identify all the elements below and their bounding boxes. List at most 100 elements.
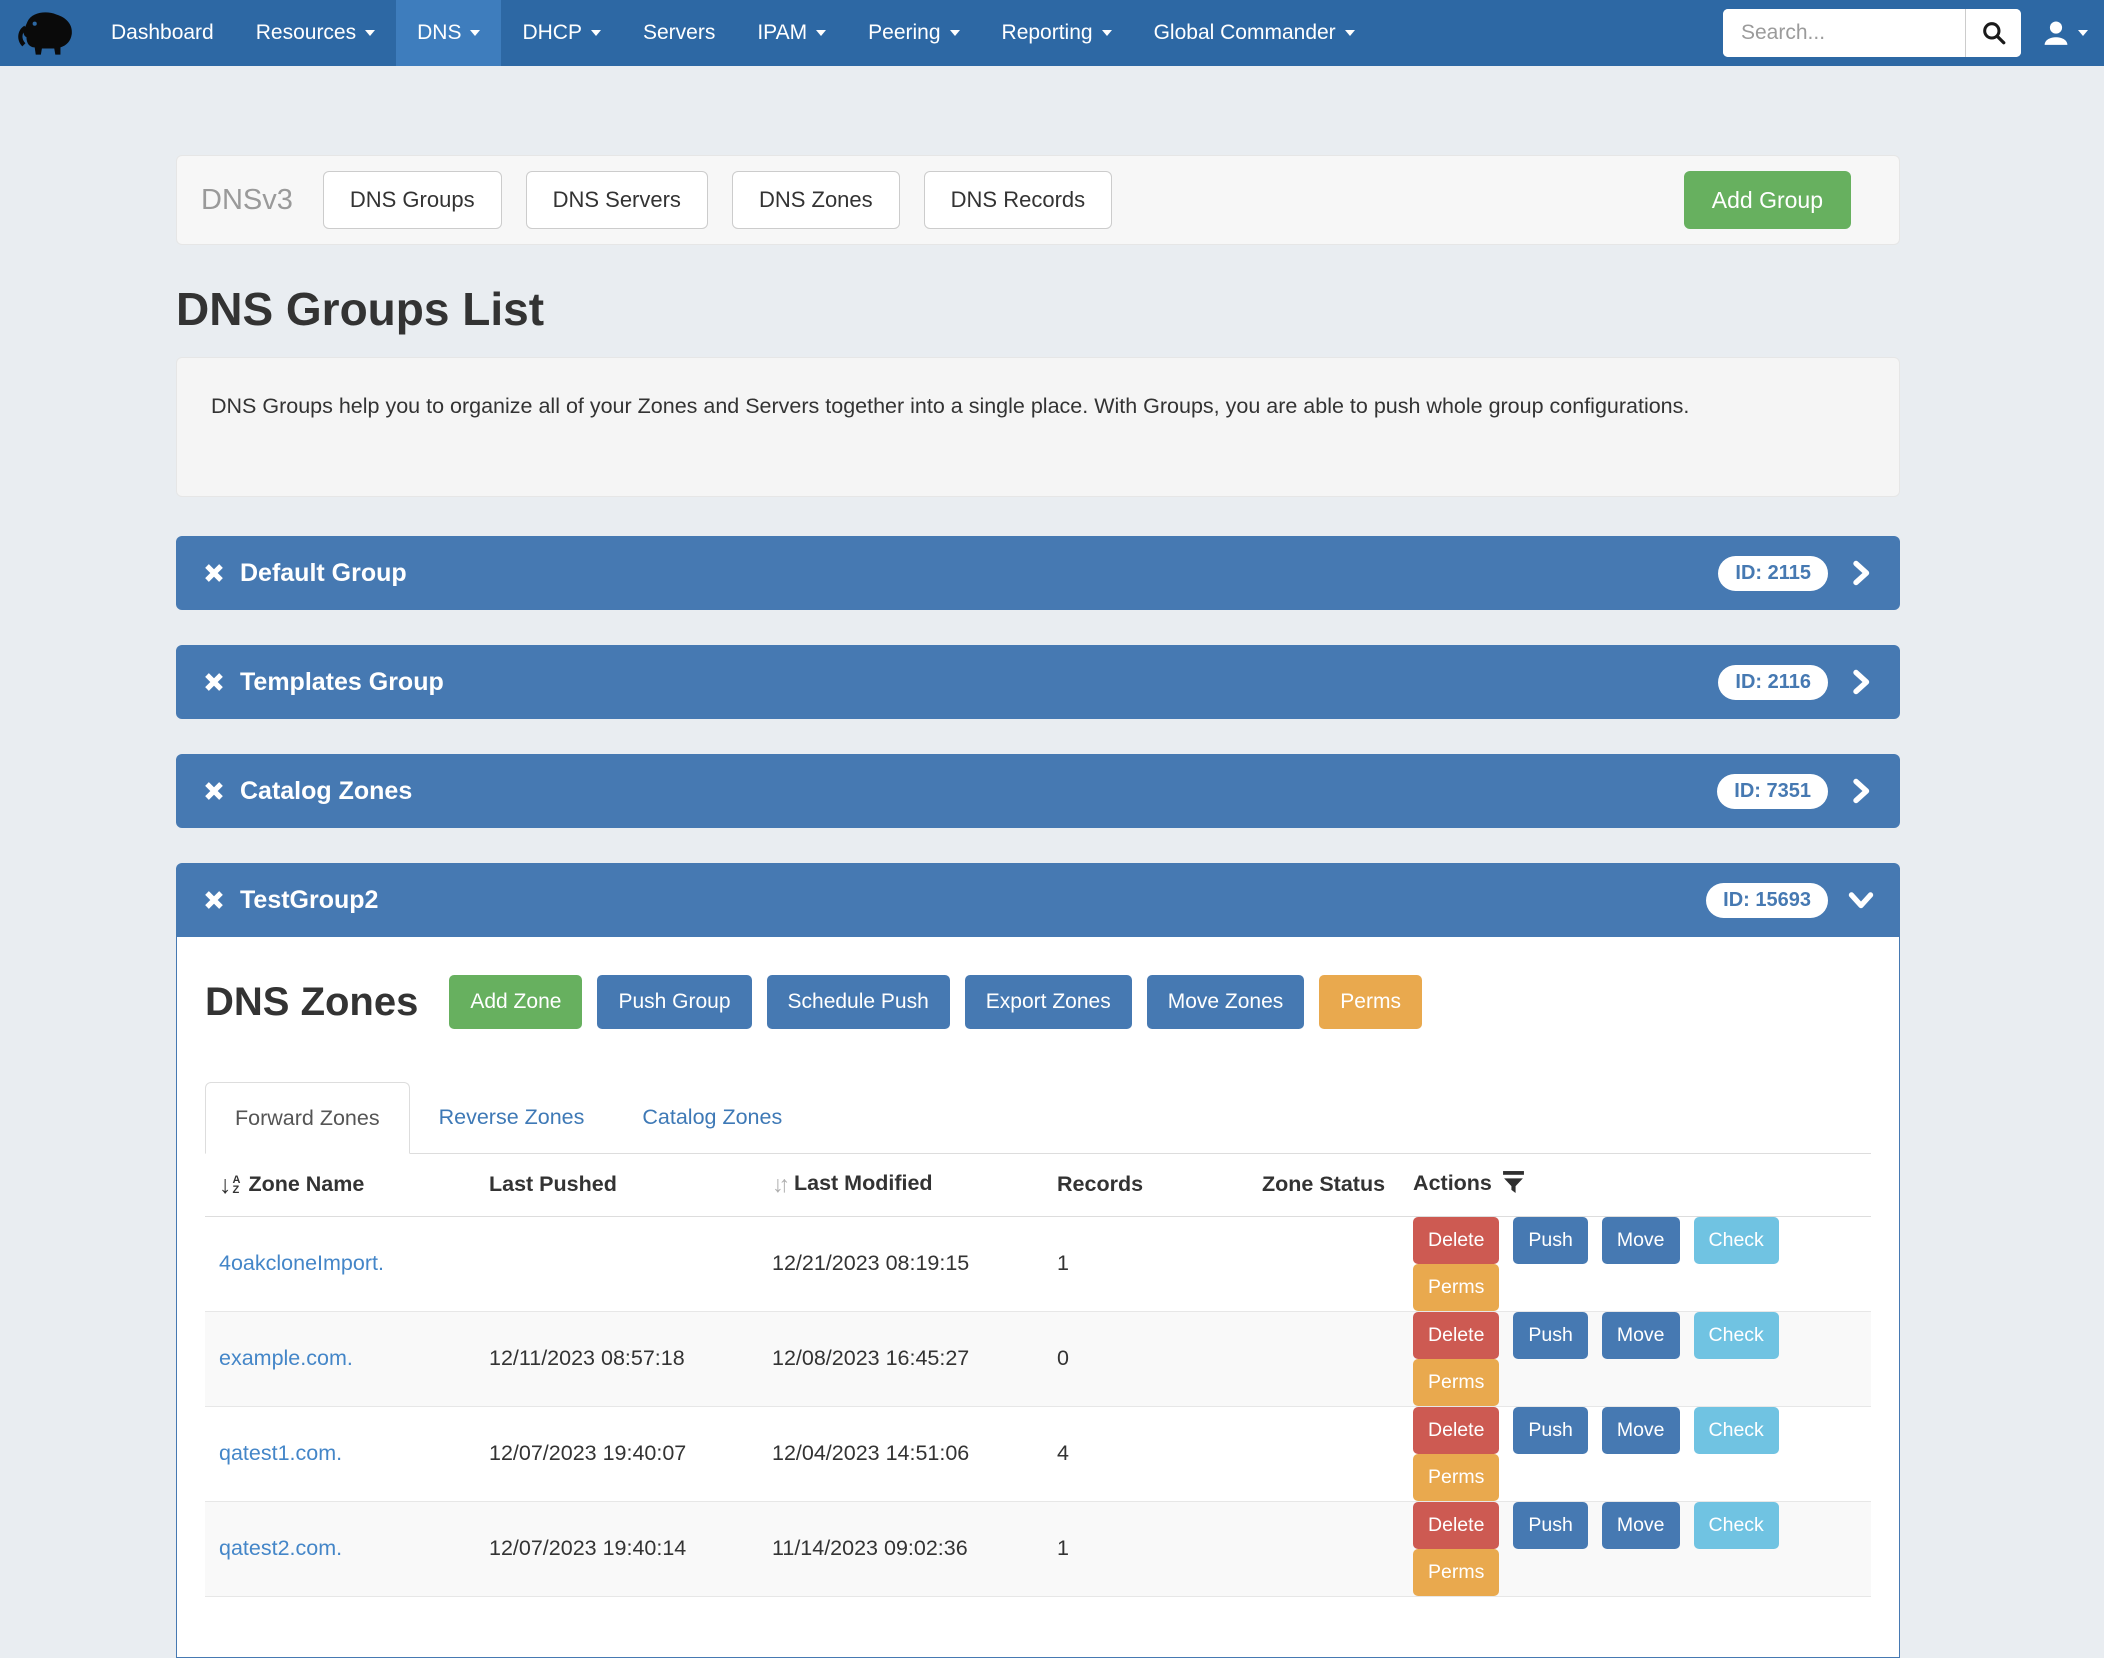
caret-down-icon <box>470 30 480 36</box>
delete-button[interactable]: Delete <box>1413 1407 1499 1454</box>
zone-name-link[interactable]: qatest1.com. <box>219 1441 342 1465</box>
user-icon <box>2043 20 2069 46</box>
group-bar-catalog-zones[interactable]: Catalog Zones ID: 7351 <box>176 754 1900 828</box>
add-zone-button[interactable]: Add Zone <box>449 975 582 1029</box>
search-group <box>1723 9 2021 57</box>
move-button[interactable]: Move <box>1602 1407 1680 1454</box>
chevron-down-icon[interactable] <box>1848 887 1874 913</box>
remove-group-icon[interactable] <box>202 779 226 803</box>
move-button[interactable]: Move <box>1602 1312 1680 1359</box>
column-header-last-modified[interactable]: ↓↑Last Modified <box>758 1154 1043 1216</box>
perms-button[interactable]: Perms <box>1413 1549 1499 1596</box>
dns-groups-button[interactable]: DNS Groups <box>323 171 502 229</box>
search-input[interactable] <box>1723 9 1965 57</box>
tab-catalog-zones[interactable]: Catalog Zones <box>613 1081 811 1153</box>
delete-button[interactable]: Delete <box>1413 1502 1499 1549</box>
last-modified-cell: 12/21/2023 08:19:15 <box>758 1216 1043 1311</box>
dns-records-button[interactable]: DNS Records <box>924 171 1112 229</box>
check-button[interactable]: Check <box>1694 1502 1779 1549</box>
delete-button[interactable]: Delete <box>1413 1312 1499 1359</box>
zone-name-link[interactable]: 4oakcloneImport. <box>219 1251 384 1275</box>
caret-down-icon <box>365 30 375 36</box>
perms-button[interactable]: Perms <box>1413 1264 1499 1311</box>
table-row: example.com. 12/11/2023 08:57:18 12/08/2… <box>205 1311 1871 1406</box>
dns-zones-button[interactable]: DNS Zones <box>732 171 900 229</box>
records-cell: 1 <box>1043 1501 1248 1596</box>
user-menu[interactable] <box>2043 20 2088 46</box>
push-button[interactable]: Push <box>1513 1502 1587 1549</box>
zones-table: ↓AZZone Name Last Pushed ↓↑Last Modified… <box>205 1154 1871 1597</box>
chevron-right-icon[interactable] <box>1848 778 1874 804</box>
caret-down-icon <box>950 30 960 36</box>
perms-button[interactable]: Perms <box>1413 1359 1499 1406</box>
tab-reverse-zones[interactable]: Reverse Zones <box>410 1081 614 1153</box>
remove-group-icon[interactable] <box>202 888 226 912</box>
zone-status-cell <box>1248 1216 1399 1311</box>
sort-alpha-asc-icon: ↓AZ <box>219 1173 240 1198</box>
group-id-badge: ID: 2116 <box>1718 665 1828 700</box>
check-button[interactable]: Check <box>1694 1312 1779 1359</box>
nav-item-dhcp[interactable]: DHCP <box>501 0 622 66</box>
move-button[interactable]: Move <box>1602 1217 1680 1264</box>
move-button[interactable]: Move <box>1602 1502 1680 1549</box>
main-menu: Dashboard Resources DNS DHCP Servers IPA… <box>90 0 1376 66</box>
zone-name-link[interactable]: example.com. <box>219 1346 353 1370</box>
schedule-push-button[interactable]: Schedule Push <box>767 975 950 1029</box>
nav-item-dns[interactable]: DNS <box>396 0 501 66</box>
chevron-right-icon[interactable] <box>1848 669 1874 695</box>
table-header-row: ↓AZZone Name Last Pushed ↓↑Last Modified… <box>205 1154 1871 1216</box>
move-zones-button[interactable]: Move Zones <box>1147 975 1305 1029</box>
remove-group-icon[interactable] <box>202 670 226 694</box>
last-modified-cell: 12/04/2023 14:51:06 <box>758 1406 1043 1501</box>
zone-name-link[interactable]: qatest2.com. <box>219 1536 342 1560</box>
nav-item-dashboard[interactable]: Dashboard <box>90 0 235 66</box>
nav-item-label: DHCP <box>522 21 582 45</box>
last-pushed-cell: 12/07/2023 19:40:14 <box>475 1501 758 1596</box>
page-container: DNSv3 DNS Groups DNS Servers DNS Zones D… <box>176 155 1900 1658</box>
last-pushed-cell <box>475 1216 758 1311</box>
navbar-right <box>1723 0 2104 66</box>
nav-item-label: Peering <box>868 21 940 45</box>
nav-item-resources[interactable]: Resources <box>235 0 396 66</box>
push-button[interactable]: Push <box>1513 1217 1587 1264</box>
search-button[interactable] <box>1965 9 2021 57</box>
nav-item-peering[interactable]: Peering <box>847 0 980 66</box>
table-row: qatest1.com. 12/07/2023 19:40:07 12/04/2… <box>205 1406 1871 1501</box>
table-row: 4oakcloneImport. 12/21/2023 08:19:15 1 D… <box>205 1216 1871 1311</box>
group-bar-templates-group[interactable]: Templates Group ID: 2116 <box>176 645 1900 719</box>
zone-status-cell <box>1248 1406 1399 1501</box>
nav-item-servers[interactable]: Servers <box>622 0 736 66</box>
export-zones-button[interactable]: Export Zones <box>965 975 1132 1029</box>
push-button[interactable]: Push <box>1513 1312 1587 1359</box>
caret-down-icon <box>1345 30 1355 36</box>
check-button[interactable]: Check <box>1694 1407 1779 1454</box>
actions-cell: Delete Push Move Check Perms <box>1399 1406 1871 1501</box>
group-bar-testgroup2[interactable]: TestGroup2 ID: 15693 <box>176 863 1900 937</box>
app-logo-link[interactable] <box>0 0 90 66</box>
perms-button[interactable]: Perms <box>1319 975 1422 1029</box>
nav-item-ipam[interactable]: IPAM <box>736 0 847 66</box>
add-group-button[interactable]: Add Group <box>1684 171 1851 229</box>
nav-item-label: DNS <box>417 21 461 45</box>
sort-icon: ↓↑ <box>772 1171 790 1197</box>
tab-forward-zones[interactable]: Forward Zones <box>205 1082 410 1154</box>
column-header-zone-name[interactable]: ↓AZZone Name <box>205 1154 475 1216</box>
nav-item-global-commander[interactable]: Global Commander <box>1133 0 1376 66</box>
push-button[interactable]: Push <box>1513 1407 1587 1454</box>
chevron-right-icon[interactable] <box>1848 560 1874 586</box>
last-modified-cell: 12/08/2023 16:45:27 <box>758 1311 1043 1406</box>
actions-cell: Delete Push Move Check Perms <box>1399 1216 1871 1311</box>
dns-servers-button[interactable]: DNS Servers <box>526 171 708 229</box>
caret-down-icon <box>1102 30 1112 36</box>
nav-item-label: Global Commander <box>1154 21 1336 45</box>
group-id-badge: ID: 7351 <box>1717 774 1828 809</box>
delete-button[interactable]: Delete <box>1413 1217 1499 1264</box>
check-button[interactable]: Check <box>1694 1217 1779 1264</box>
last-pushed-cell: 12/07/2023 19:40:07 <box>475 1406 758 1501</box>
push-group-button[interactable]: Push Group <box>597 975 751 1029</box>
perms-button[interactable]: Perms <box>1413 1454 1499 1501</box>
nav-item-reporting[interactable]: Reporting <box>981 0 1133 66</box>
remove-group-icon[interactable] <box>202 561 226 585</box>
filter-icon[interactable] <box>1502 1170 1525 1200</box>
group-bar-default-group[interactable]: Default Group ID: 2115 <box>176 536 1900 610</box>
